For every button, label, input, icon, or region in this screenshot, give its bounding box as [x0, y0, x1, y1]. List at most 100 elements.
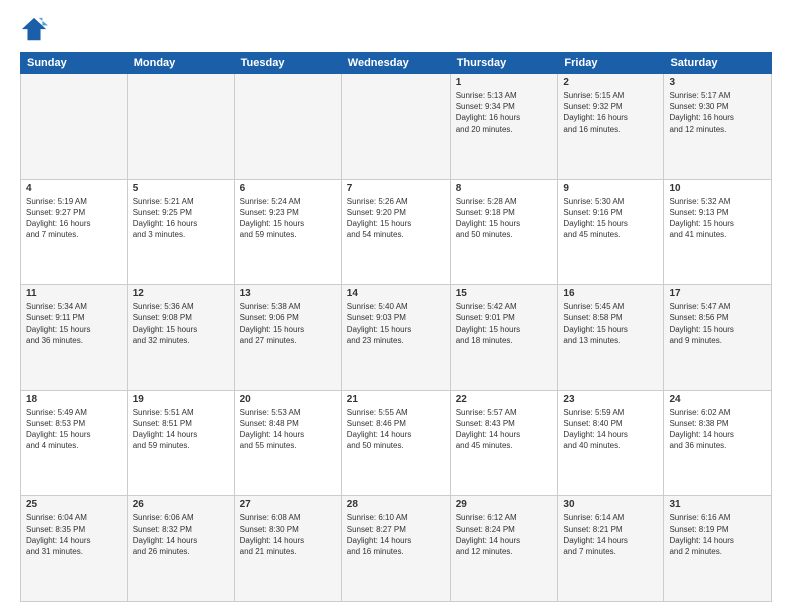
cell-info: Sunrise: 5:19 AM Sunset: 9:27 PM Dayligh… [26, 196, 122, 241]
day-number: 2 [563, 77, 658, 88]
day-number: 4 [26, 183, 122, 194]
cell-info: Sunrise: 6:12 AM Sunset: 8:24 PM Dayligh… [456, 512, 553, 557]
day-number: 8 [456, 183, 553, 194]
calendar-cell: 13 Sunrise: 5:38 AM Sunset: 9:06 PM Dayli… [234, 285, 341, 391]
calendar-cell: 19 Sunrise: 5:51 AM Sunset: 8:51 PM Dayli… [127, 390, 234, 496]
day-number: 16 [563, 288, 658, 299]
cell-info: Sunrise: 5:55 AM Sunset: 8:46 PM Dayligh… [347, 407, 445, 452]
day-number: 14 [347, 288, 445, 299]
cell-info: Sunrise: 5:13 AM Sunset: 9:34 PM Dayligh… [456, 90, 553, 135]
calendar-cell: 28 Sunrise: 6:10 AM Sunset: 8:27 PM Dayli… [341, 496, 450, 602]
calendar-cell [21, 74, 128, 180]
calendar-cell [127, 74, 234, 180]
cell-info: Sunrise: 5:53 AM Sunset: 8:48 PM Dayligh… [240, 407, 336, 452]
calendar-cell: 23 Sunrise: 5:59 AM Sunset: 8:40 PM Dayli… [558, 390, 664, 496]
logo-icon [20, 16, 48, 44]
cell-info: Sunrise: 5:24 AM Sunset: 9:23 PM Dayligh… [240, 196, 336, 241]
calendar-cell: 14 Sunrise: 5:40 AM Sunset: 9:03 PM Dayli… [341, 285, 450, 391]
cell-info: Sunrise: 5:57 AM Sunset: 8:43 PM Dayligh… [456, 407, 553, 452]
day-number: 26 [133, 499, 229, 510]
cell-info: Sunrise: 6:06 AM Sunset: 8:32 PM Dayligh… [133, 512, 229, 557]
calendar-cell: 11 Sunrise: 5:34 AM Sunset: 9:11 PM Dayli… [21, 285, 128, 391]
col-header-saturday: Saturday [664, 53, 772, 74]
cell-info: Sunrise: 5:32 AM Sunset: 9:13 PM Dayligh… [669, 196, 766, 241]
calendar-cell: 25 Sunrise: 6:04 AM Sunset: 8:35 PM Dayli… [21, 496, 128, 602]
calendar-cell: 8 Sunrise: 5:28 AM Sunset: 9:18 PM Daylig… [450, 179, 558, 285]
col-header-monday: Monday [127, 53, 234, 74]
day-number: 11 [26, 288, 122, 299]
calendar-cell [341, 74, 450, 180]
cell-info: Sunrise: 5:40 AM Sunset: 9:03 PM Dayligh… [347, 301, 445, 346]
cell-info: Sunrise: 6:02 AM Sunset: 8:38 PM Dayligh… [669, 407, 766, 452]
calendar-cell: 17Sunrise: 5:47 AM Sunset: 8:56 PM Dayli… [664, 285, 772, 391]
day-number: 12 [133, 288, 229, 299]
calendar-cell: 10 Sunrise: 5:32 AM Sunset: 9:13 PM Dayli… [664, 179, 772, 285]
calendar-cell: 31 Sunrise: 6:16 AM Sunset: 8:19 PM Dayli… [664, 496, 772, 602]
day-number: 3 [669, 77, 766, 88]
day-number: 30 [563, 499, 658, 510]
day-number: 24 [669, 394, 766, 405]
day-number: 15 [456, 288, 553, 299]
calendar-table: SundayMondayTuesdayWednesdayThursdayFrid… [20, 52, 772, 602]
calendar-cell: 30 Sunrise: 6:14 AM Sunset: 8:21 PM Dayli… [558, 496, 664, 602]
calendar: SundayMondayTuesdayWednesdayThursdayFrid… [20, 52, 772, 602]
calendar-cell: 1 Sunrise: 5:13 AM Sunset: 9:34 PM Daylig… [450, 74, 558, 180]
cell-info: Sunrise: 5:59 AM Sunset: 8:40 PM Dayligh… [563, 407, 658, 452]
cell-info: Sunrise: 5:38 AM Sunset: 9:06 PM Dayligh… [240, 301, 336, 346]
cell-info: Sunrise: 6:10 AM Sunset: 8:27 PM Dayligh… [347, 512, 445, 557]
calendar-cell: 26 Sunrise: 6:06 AM Sunset: 8:32 PM Dayli… [127, 496, 234, 602]
cell-info: Sunrise: 5:17 AM Sunset: 9:30 PM Dayligh… [669, 90, 766, 135]
cell-info: Sunrise: 5:45 AM Sunset: 8:58 PM Dayligh… [563, 301, 658, 346]
calendar-cell: 12 Sunrise: 5:36 AM Sunset: 9:08 PM Dayli… [127, 285, 234, 391]
day-number: 31 [669, 499, 766, 510]
day-number: 28 [347, 499, 445, 510]
cell-info: Sunrise: 5:28 AM Sunset: 9:18 PM Dayligh… [456, 196, 553, 241]
calendar-cell: 3 Sunrise: 5:17 AM Sunset: 9:30 PM Daylig… [664, 74, 772, 180]
cell-info: Sunrise: 5:21 AM Sunset: 9:25 PM Dayligh… [133, 196, 229, 241]
calendar-cell: 29 Sunrise: 6:12 AM Sunset: 8:24 PM Dayli… [450, 496, 558, 602]
col-header-thursday: Thursday [450, 53, 558, 74]
day-number: 21 [347, 394, 445, 405]
day-number: 19 [133, 394, 229, 405]
cell-info: Sunrise: 5:36 AM Sunset: 9:08 PM Dayligh… [133, 301, 229, 346]
calendar-cell: 27Sunrise: 6:08 AM Sunset: 8:30 PM Dayli… [234, 496, 341, 602]
cell-info: Sunrise: 5:42 AM Sunset: 9:01 PM Dayligh… [456, 301, 553, 346]
calendar-cell: 2 Sunrise: 5:15 AM Sunset: 9:32 PM Daylig… [558, 74, 664, 180]
day-number: 13 [240, 288, 336, 299]
calendar-cell: 20 Sunrise: 5:53 AM Sunset: 8:48 PM Dayli… [234, 390, 341, 496]
cell-info: Sunrise: 5:49 AM Sunset: 8:53 PM Dayligh… [26, 407, 122, 452]
col-header-friday: Friday [558, 53, 664, 74]
cell-info: Sunrise: 6:16 AM Sunset: 8:19 PM Dayligh… [669, 512, 766, 557]
calendar-cell: 6 Sunrise: 5:24 AM Sunset: 9:23 PM Daylig… [234, 179, 341, 285]
day-number: 6 [240, 183, 336, 194]
col-header-sunday: Sunday [21, 53, 128, 74]
calendar-cell: 5Sunrise: 5:21 AM Sunset: 9:25 PM Daylig… [127, 179, 234, 285]
cell-info: Sunrise: 6:04 AM Sunset: 8:35 PM Dayligh… [26, 512, 122, 557]
day-number: 23 [563, 394, 658, 405]
day-number: 9 [563, 183, 658, 194]
calendar-cell: 15 Sunrise: 5:42 AM Sunset: 9:01 PM Dayli… [450, 285, 558, 391]
day-number: 17 [669, 288, 766, 299]
col-header-tuesday: Tuesday [234, 53, 341, 74]
calendar-cell [234, 74, 341, 180]
day-number: 25 [26, 499, 122, 510]
day-number: 10 [669, 183, 766, 194]
cell-info: Sunrise: 5:15 AM Sunset: 9:32 PM Dayligh… [563, 90, 658, 135]
calendar-cell: 4 Sunrise: 5:19 AM Sunset: 9:27 PM Daylig… [21, 179, 128, 285]
day-number: 20 [240, 394, 336, 405]
cell-info: Sunrise: 5:51 AM Sunset: 8:51 PM Dayligh… [133, 407, 229, 452]
calendar-cell: 9 Sunrise: 5:30 AM Sunset: 9:16 PM Daylig… [558, 179, 664, 285]
cell-info: Sunrise: 6:14 AM Sunset: 8:21 PM Dayligh… [563, 512, 658, 557]
calendar-cell: 22Sunrise: 5:57 AM Sunset: 8:43 PM Dayli… [450, 390, 558, 496]
col-header-wednesday: Wednesday [341, 53, 450, 74]
cell-info: Sunrise: 5:34 AM Sunset: 9:11 PM Dayligh… [26, 301, 122, 346]
day-number: 1 [456, 77, 553, 88]
calendar-cell: 24 Sunrise: 6:02 AM Sunset: 8:38 PM Dayli… [664, 390, 772, 496]
calendar-cell: 21 Sunrise: 5:55 AM Sunset: 8:46 PM Dayli… [341, 390, 450, 496]
calendar-cell: 16 Sunrise: 5:45 AM Sunset: 8:58 PM Dayli… [558, 285, 664, 391]
page-header [20, 16, 772, 44]
day-number: 29 [456, 499, 553, 510]
cell-info: Sunrise: 6:08 AM Sunset: 8:30 PM Dayligh… [240, 512, 336, 557]
cell-info: Sunrise: 5:30 AM Sunset: 9:16 PM Dayligh… [563, 196, 658, 241]
day-number: 18 [26, 394, 122, 405]
